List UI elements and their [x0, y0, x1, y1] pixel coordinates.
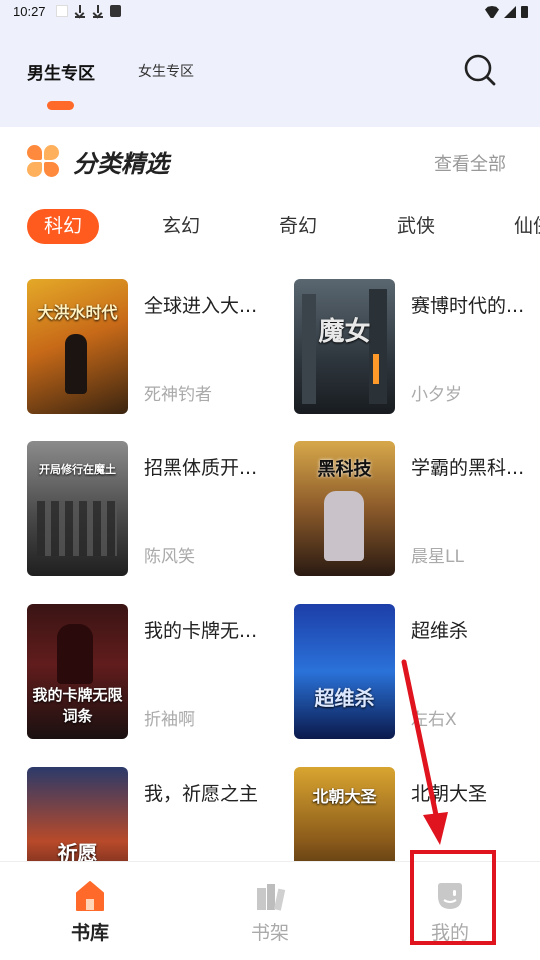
book-title: 学霸的黑科...: [411, 457, 525, 479]
signal-icon: [504, 6, 516, 18]
notification-icon: [56, 5, 68, 17]
cover-title: 大洪水时代: [37, 303, 118, 322]
tab-female-zone[interactable]: 女生专区: [138, 61, 194, 81]
cover-title: 超维杀: [314, 686, 375, 710]
book-title: 招黑体质开...: [144, 457, 258, 479]
book-author: 折袖啊: [144, 710, 195, 730]
search-button[interactable]: [463, 53, 497, 87]
category-icon: [27, 145, 59, 177]
download-icon: [92, 5, 104, 18]
book-title: 赛博时代的...: [411, 295, 525, 317]
active-tab-indicator: [47, 101, 74, 110]
notification-icons: [56, 5, 121, 18]
book-card[interactable]: 魔女 赛博时代的... 小夕岁: [294, 279, 540, 419]
annotation-highlight-box: [410, 850, 496, 945]
category-chip-xianxia[interactable]: 仙侠: [512, 209, 540, 244]
book-card[interactable]: 黑科技 学霸的黑科... 晨星LL: [294, 441, 540, 581]
wifi-icon: [485, 6, 499, 18]
book-title: 我，祈愿之主: [144, 783, 259, 805]
book-author: 陈风笑: [144, 547, 195, 567]
home-icon: [76, 881, 104, 911]
cover-title: 黑科技: [317, 459, 372, 480]
system-icons: [485, 6, 528, 18]
book-title: 我的卡牌无...: [144, 620, 258, 642]
nav-item-library[interactable]: 书库: [30, 862, 150, 960]
book-cover: 超维杀: [294, 604, 395, 739]
category-chip-wuxia[interactable]: 武侠: [395, 209, 437, 244]
book-cover: 大洪水时代: [27, 279, 128, 414]
tab-male-zone[interactable]: 男生专区: [27, 59, 95, 84]
book-cover: 开局修行在魔土: [27, 441, 128, 576]
download-icon: [74, 5, 86, 18]
cover-title: 开局修行在魔土: [39, 463, 116, 476]
bookshelf-icon: [257, 884, 285, 911]
book-card[interactable]: 开局修行在魔土 招黑体质开... 陈风笑: [27, 441, 277, 581]
book-author: 小夕岁: [411, 385, 462, 405]
cover-title: 魔女: [318, 317, 371, 347]
category-tabs: 科幻 玄幻 奇幻 武侠 仙侠: [27, 209, 540, 245]
book-card[interactable]: 超维杀 超维杀 左右X: [294, 604, 540, 744]
section-title: 分类精选: [73, 150, 169, 178]
header: 10:27 男生专区 女生专区: [0, 0, 540, 127]
book-author: 左右X: [411, 710, 457, 730]
status-bar: 10:27: [0, 0, 540, 24]
search-icon: [464, 54, 496, 86]
book-cover: 我的卡牌无限词条: [27, 604, 128, 739]
nav-label: 书库: [70, 922, 109, 944]
book-title: 超维杀: [411, 620, 469, 642]
book-author: 死神钓者: [144, 385, 212, 405]
book-card[interactable]: 我的卡牌无限词条 我的卡牌无... 折袖啊: [27, 604, 277, 744]
nav-label: 书架: [250, 922, 289, 944]
cover-title: 我的卡牌无限词条: [32, 686, 123, 725]
view-all-link[interactable]: 查看全部: [434, 150, 506, 176]
app-notification-icon: [110, 5, 121, 17]
cover-title: 北朝大圣: [312, 787, 377, 806]
book-cover: 黑科技: [294, 441, 395, 576]
category-chip-qihuan[interactable]: 奇幻: [277, 209, 319, 244]
battery-icon: [521, 6, 528, 18]
nav-item-bookshelf[interactable]: 书架: [210, 862, 330, 960]
category-chip-scifi[interactable]: 科幻: [27, 209, 99, 244]
book-card[interactable]: 大洪水时代 全球进入大... 死神钓者: [27, 279, 277, 419]
book-title: 全球进入大...: [144, 295, 258, 317]
category-chip-xuanhuan[interactable]: 玄幻: [160, 209, 202, 244]
status-time: 10:27: [13, 4, 46, 19]
book-cover: 魔女: [294, 279, 395, 414]
book-title: 北朝大圣: [411, 783, 488, 805]
book-author: 晨星LL: [411, 547, 464, 567]
